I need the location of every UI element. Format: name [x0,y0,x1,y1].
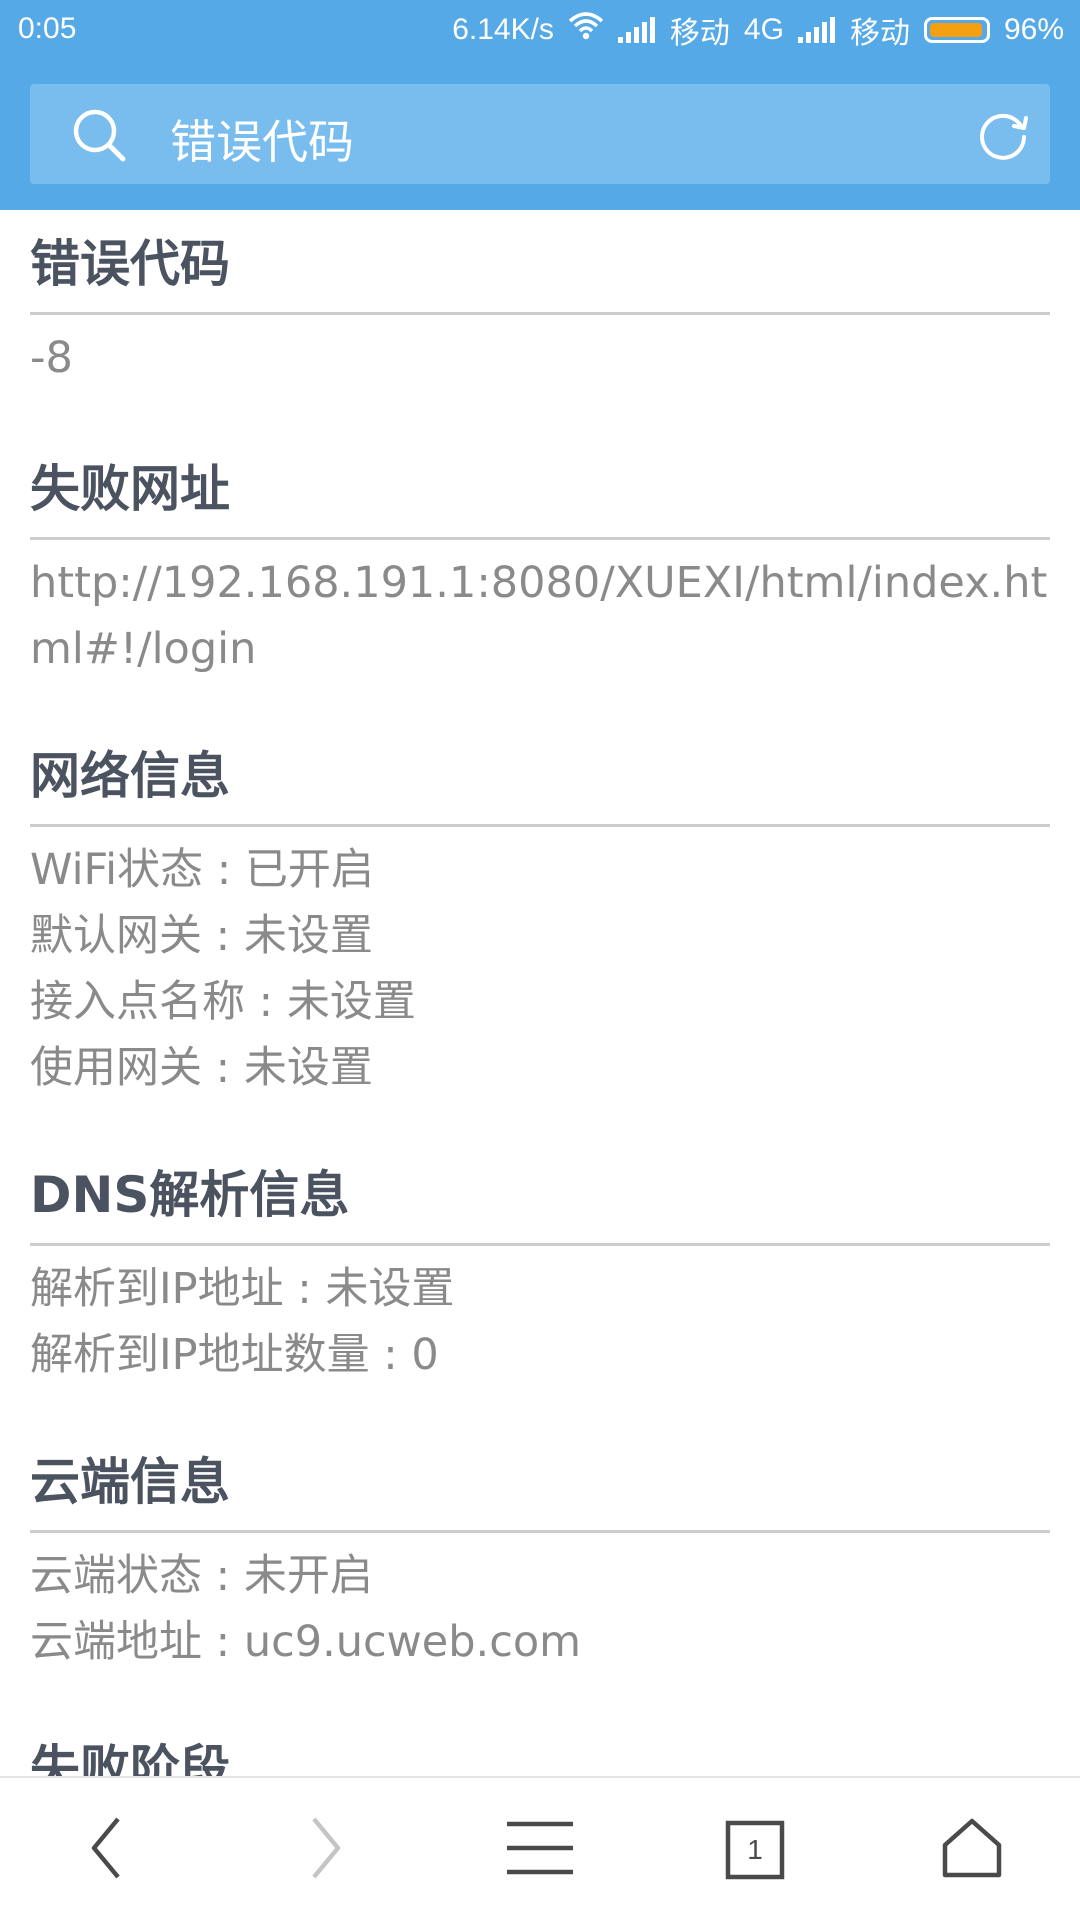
home-icon [941,1817,1003,1883]
status-right: 6.14K/s 移动 4G 移动 96% [452,10,1064,50]
wifi-icon [568,11,604,49]
section-body: 云端状态 : 未开启 云端地址 : uc9.ucweb.com [30,1533,1050,1715]
info-line: -8 [30,333,73,383]
info-line: 云端状态 : 未开启 [30,1551,373,1601]
section-body: WiFi状态 : 已开启 默认网关 : 未设置 接入点名称 : 未设置 使用网关… [30,827,1050,1141]
signal-icon [617,17,656,43]
tabs-button[interactable]: 1 [705,1800,805,1900]
battery-percent: 96% [1003,13,1064,46]
back-icon [86,1815,126,1885]
section-title: 失败网址 [30,435,1050,540]
signal-icon [797,17,836,43]
info-line: 解析到IP地址 : 未设置 [30,1264,455,1314]
carrier-label-2: 移动 [849,17,910,50]
section-dns-info: DNS解析信息 解析到IP地址 : 未设置 解析到IP地址数量 : 0 [30,1141,1050,1428]
net-speed: 6.14K/s [452,13,554,46]
section-body: -8 [30,315,1050,435]
section-body: http://192.168.191.1:8080/XUEXI/html/ind… [30,540,1050,722]
section-title: 云端信息 [30,1428,1050,1533]
search-icon[interactable] [70,106,130,166]
section-error-code: 错误代码 -8 [30,210,1050,435]
carrier-label-1: 移动 [669,17,730,50]
section-failed-url: 失败网址 http://192.168.191.1:8080/XUEXI/htm… [30,435,1050,722]
info-line: 云端地址 : uc9.ucweb.com [30,1617,582,1667]
info-line: 默认网关 : 未设置 [30,911,373,961]
home-button[interactable] [922,1800,1022,1900]
battery-icon [923,17,990,43]
network-type: 4G [743,13,784,46]
info-line: 使用网关 : 未设置 [30,1043,373,1093]
tabs-icon: 1 [725,1820,785,1880]
section-title: 错误代码 [30,210,1050,315]
address-text[interactable]: 错误代码 [170,106,354,172]
forward-button[interactable] [276,1800,376,1900]
section-title: 网络信息 [30,722,1050,827]
section-cloud-info: 云端信息 云端状态 : 未开启 云端地址 : uc9.ucweb.com [30,1428,1050,1715]
info-line: WiFi状态 : 已开启 [30,845,374,895]
section-title: DNS解析信息 [30,1141,1050,1246]
top-bar: 错误代码 [0,60,1080,210]
bottom-toolbar: 1 [0,1776,1080,1922]
menu-icon [505,1818,575,1882]
info-line: 解析到IP地址数量 : 0 [30,1330,439,1380]
section-network-info: 网络信息 WiFi状态 : 已开启 默认网关 : 未设置 接入点名称 : 未设置… [30,722,1050,1141]
section-body: 解析到IP地址 : 未设置 解析到IP地址数量 : 0 [30,1246,1050,1428]
back-button[interactable] [56,1800,156,1900]
failed-url-text: http://192.168.191.1:8080/XUEXI/html/ind… [30,558,1048,674]
forward-icon [306,1815,346,1885]
status-bar: 0:05 6.14K/s 移动 4G 移动 96% [0,0,1080,60]
refresh-icon[interactable] [974,106,1032,164]
status-time: 0:05 [18,12,77,45]
address-bar[interactable]: 错误代码 [30,84,1050,184]
tab-count: 1 [747,1834,763,1865]
error-info-page: 错误代码 -8 失败网址 http://192.168.191.1:8080/X… [30,210,1050,1817]
info-line: 接入点名称 : 未设置 [30,977,416,1027]
menu-button[interactable] [490,1800,590,1900]
